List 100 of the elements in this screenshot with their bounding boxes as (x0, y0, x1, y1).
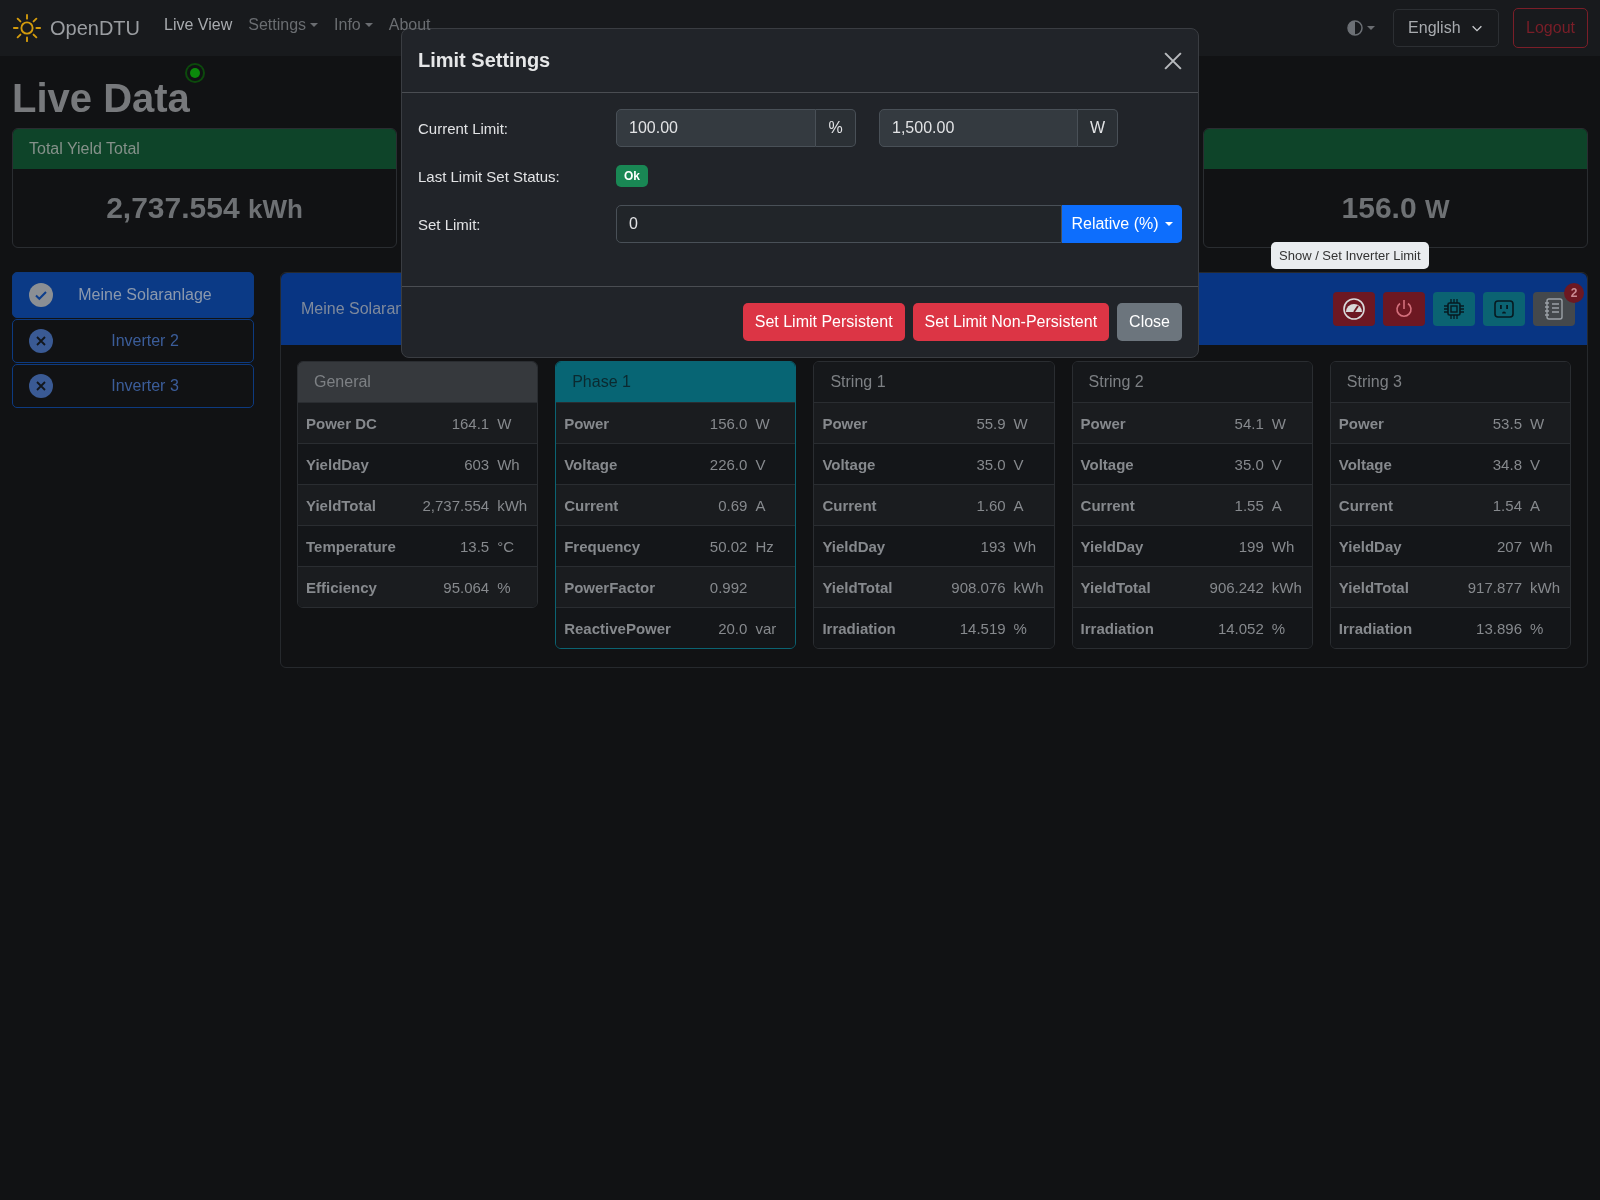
unit-label: Wh (1013, 537, 1037, 555)
field-label: YieldTotal (1338, 578, 1410, 596)
field-value: 1.54 (1492, 496, 1522, 514)
unit-label: V (1530, 455, 1540, 473)
status-badge: Ok (616, 165, 648, 187)
card-header: String 1 (814, 362, 1054, 402)
brand-name[interactable]: OpenDTU (50, 16, 141, 40)
unit-label: % (1013, 619, 1027, 637)
inverter-tab[interactable]: Inverter 2 (12, 319, 254, 363)
unit-label: A (1530, 496, 1540, 514)
field-label: YieldTotal (1080, 578, 1152, 596)
unit-label: V (755, 455, 766, 473)
unit-label: Wh (1530, 537, 1553, 555)
unit-label: W (1013, 414, 1028, 432)
unit-label: A (755, 496, 766, 514)
field-value: 906.242 (1209, 578, 1264, 596)
nav-link[interactable]: Settings (248, 16, 319, 34)
field-value: 1.55 (1234, 496, 1264, 514)
field-value: 13.5 (460, 537, 490, 555)
field-label: Irradiation (1338, 619, 1414, 637)
unit-label: Wh (497, 455, 520, 473)
field-value: 603 (464, 455, 490, 473)
outlet-icon (1492, 297, 1516, 321)
field-label: YieldTotal (306, 496, 377, 514)
field-value: 0.992 (709, 578, 748, 596)
summary-value: 2,737.554 kWh (106, 191, 303, 225)
dialog-button[interactable]: Set Limit Non-Persistent (912, 303, 1110, 341)
unit-label: W (1271, 414, 1286, 432)
dialog-button[interactable]: Close (1117, 303, 1182, 341)
limit-input[interactable]: 0 (616, 205, 1062, 243)
field-value: 226.0 (709, 455, 748, 473)
card-header: Total Yield Total (13, 129, 396, 169)
unit-label: var (755, 619, 777, 637)
inverter-title: Meine Solaran (301, 300, 405, 318)
unit-label: A (1013, 496, 1024, 514)
field-label: Current (564, 496, 620, 514)
field-value: 54.1 (1234, 414, 1264, 432)
field-label: Temperature (306, 537, 397, 555)
field-label: Efficiency (306, 578, 378, 596)
field-label: Voltage (1338, 455, 1393, 473)
percent-field[interactable]: 100.00 (616, 109, 816, 147)
field-label: ReactivePower (564, 619, 672, 637)
unit-label: kWh (1530, 578, 1560, 596)
dialog-button[interactable]: Set Limit Persistent (742, 303, 905, 341)
contrast-icon[interactable] (1347, 20, 1364, 36)
field-label: Current (822, 496, 878, 514)
card-header: General (298, 362, 538, 402)
field-label: Irradiation (1080, 619, 1155, 637)
nav-link[interactable]: About (388, 16, 431, 34)
field-label: Power DC (306, 414, 378, 432)
field-label: YieldTotal (822, 578, 894, 596)
nav-link[interactable]: Info (334, 16, 373, 34)
caret-icon[interactable] (1367, 26, 1376, 30)
unit-label: Wh (1271, 537, 1295, 555)
unit-label: % (816, 109, 856, 147)
unit-label: W (1078, 109, 1118, 147)
page-title: Live Data (12, 76, 190, 121)
unit-label: % (1530, 619, 1544, 637)
field-label: YieldDay (1080, 537, 1145, 555)
field-label: Power (564, 414, 611, 432)
notification-badge: 2 (1564, 283, 1584, 303)
field-value: 50.02 (709, 537, 748, 555)
unit-label: kWh (1271, 578, 1302, 596)
nav-link[interactable]: Live View (164, 16, 233, 34)
field-value: 20.0 (718, 619, 748, 637)
unit-label: W (755, 414, 770, 432)
field-label: Current (1080, 496, 1136, 514)
unit-label: kWh (1013, 578, 1044, 596)
inverter-tab[interactable]: Inverter 3 (12, 364, 254, 408)
gauge-icon (1342, 297, 1366, 321)
field-label: Voltage (564, 455, 619, 473)
field-label: YieldDay (1338, 537, 1403, 555)
language-select[interactable]: English (1393, 9, 1500, 47)
unit-label: kWh (497, 496, 528, 514)
field-label: Power (1080, 414, 1127, 432)
toolbar-button[interactable] (1333, 292, 1375, 326)
field-value: 199 (1238, 537, 1264, 555)
mode-dropdown[interactable]: Relative (%) (1062, 205, 1182, 243)
field-label: YieldDay (306, 455, 370, 473)
field-value: 1.60 (976, 496, 1006, 514)
inverter-tab[interactable]: Meine Solaranlage (12, 272, 254, 318)
field-value: 14.519 (959, 619, 1006, 637)
field-label: PowerFactor (564, 578, 657, 596)
unit-label: % (497, 578, 511, 596)
unit-label: V (1013, 455, 1024, 473)
field-value: 95.064 (443, 578, 490, 596)
field-label: Current Limit: (418, 119, 510, 137)
field-value: 55.9 (976, 414, 1006, 432)
field-value: 0.69 (718, 496, 748, 514)
field-value: 14.052 (1217, 619, 1264, 637)
watts-field[interactable]: 1,500.00 (879, 109, 1078, 147)
chip-icon (1442, 297, 1466, 321)
close-icon[interactable] (1164, 51, 1182, 70)
unit-label: W (497, 414, 512, 432)
unit-label: W (1530, 414, 1545, 432)
field-value: 207 (1496, 537, 1522, 555)
unit-label: Hz (755, 537, 774, 555)
field-value: 193 (980, 537, 1006, 555)
field-value: 13.896 (1476, 619, 1522, 637)
list-icon (1542, 297, 1566, 321)
